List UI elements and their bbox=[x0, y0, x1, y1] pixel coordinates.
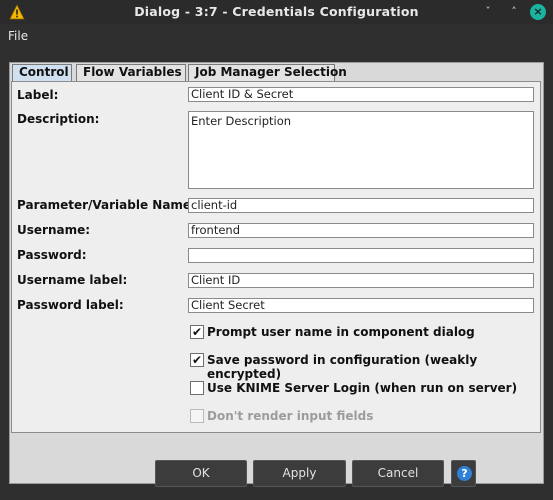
username-label-input[interactable]: Client ID bbox=[188, 273, 534, 288]
menu-file[interactable]: File bbox=[8, 29, 28, 43]
save-password-label: Save password in configuration (weakly e… bbox=[207, 353, 478, 381]
password-label-input[interactable]: Client Secret bbox=[188, 298, 534, 313]
prompt-username-checkbox[interactable]: ✔ bbox=[190, 325, 204, 339]
title-bar: Dialog - 3:7 - Credentials Configuration… bbox=[0, 0, 553, 24]
description-label: Description: bbox=[17, 112, 100, 126]
minimize-button[interactable]: ˇ bbox=[480, 4, 496, 20]
description-textarea[interactable]: Enter Description bbox=[188, 111, 534, 189]
username-label: Username: bbox=[17, 223, 91, 237]
ok-button[interactable]: OK bbox=[155, 460, 247, 487]
window-title: Dialog - 3:7 - Credentials Configuration bbox=[134, 4, 419, 19]
save-password-checkbox[interactable]: ✔ bbox=[190, 353, 204, 367]
help-icon: ? bbox=[457, 466, 472, 481]
menu-bar: File bbox=[0, 26, 553, 48]
tab-control[interactable]: Control bbox=[12, 64, 72, 81]
help-button[interactable]: ? bbox=[451, 460, 476, 487]
param-name-input[interactable]: client-id bbox=[188, 198, 534, 213]
apply-button[interactable]: Apply bbox=[253, 460, 346, 487]
server-login-checkbox[interactable] bbox=[190, 381, 204, 395]
username-input[interactable]: frontend bbox=[188, 223, 534, 238]
username-label-label: Username label: bbox=[17, 273, 128, 287]
dont-render-label: Don't render input fields bbox=[207, 409, 374, 423]
cancel-button[interactable]: Cancel bbox=[352, 460, 444, 487]
dont-render-checkbox bbox=[190, 409, 204, 423]
param-name-label: Parameter/Variable Name: bbox=[17, 198, 196, 212]
label-field-label: Label: bbox=[17, 88, 59, 102]
maximize-button[interactable]: ˄ bbox=[506, 4, 522, 20]
server-login-label: Use KNIME Server Login (when run on serv… bbox=[207, 381, 518, 395]
password-label: Password: bbox=[17, 248, 87, 262]
tab-job-manager-selection[interactable]: Job Manager Selection bbox=[188, 64, 347, 81]
label-input[interactable]: Client ID & Secret bbox=[188, 87, 534, 102]
password-input[interactable] bbox=[188, 248, 534, 263]
tab-flow-variables[interactable]: Flow Variables bbox=[76, 64, 186, 81]
password-label-label: Password label: bbox=[17, 298, 124, 312]
prompt-username-label: Prompt user name in component dialog bbox=[207, 325, 475, 339]
close-button[interactable]: × bbox=[530, 4, 546, 20]
